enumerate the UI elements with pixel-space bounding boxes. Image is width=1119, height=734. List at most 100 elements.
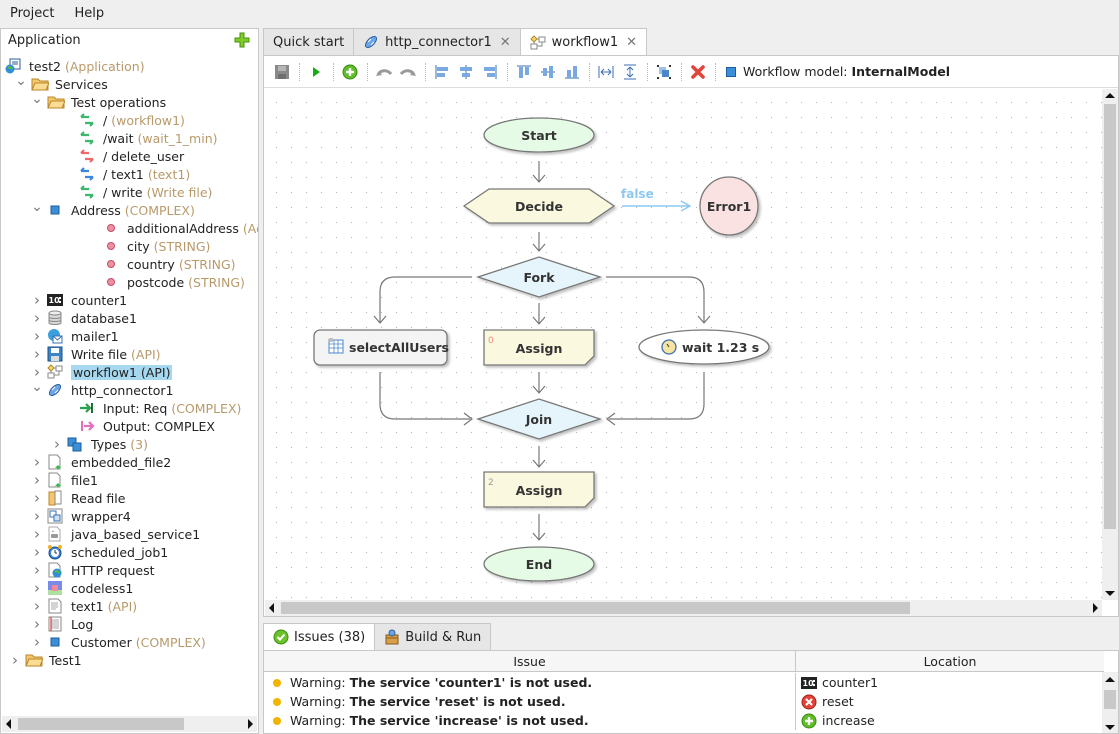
tree-item-postcode[interactable]: postcode (STRING): [87, 273, 245, 291]
distribute-vertical-icon[interactable]: [620, 62, 640, 82]
chevron-right-icon[interactable]: ›: [31, 543, 43, 561]
tree-item-input-req[interactable]: Input: Req (COMPLEX): [63, 399, 241, 417]
chevron-right-icon[interactable]: ›: [9, 651, 21, 669]
vertical-scrollbar[interactable]: [1102, 672, 1118, 733]
scroll-down-icon[interactable]: [1105, 725, 1115, 730]
tab-workflow1[interactable]: workflow1 ✕: [519, 28, 648, 56]
table-row[interactable]: Warning: The service 'increase' is not us…: [264, 711, 1104, 730]
distribute-horizontal-icon[interactable]: [596, 62, 616, 82]
node-wait[interactable]: wait 1.23 s: [638, 329, 770, 365]
align-right-icon[interactable]: [480, 62, 500, 82]
align-middle-icon[interactable]: [538, 62, 558, 82]
chevron-right-icon[interactable]: ›: [31, 615, 43, 633]
node-select-all-users[interactable]: selectAllUsers: [313, 329, 449, 366]
select-all-icon[interactable]: [654, 62, 674, 82]
tree-item-test1[interactable]: › Test1: [9, 651, 82, 669]
tree-item-customer[interactable]: › Customer (COMPLEX): [31, 633, 206, 651]
horizontal-scrollbar[interactable]: [2, 716, 257, 732]
tree-item-counter1[interactable]: › 10 counter1: [31, 291, 127, 309]
align-bottom-icon[interactable]: [562, 62, 582, 82]
align-top-icon[interactable]: [514, 62, 534, 82]
node-error1[interactable]: Error1: [699, 176, 759, 236]
tree-item-types[interactable]: › Types (3): [51, 435, 148, 453]
chevron-right-icon[interactable]: ›: [31, 327, 43, 345]
redo-icon[interactable]: [398, 62, 418, 82]
node-decide[interactable]: Decide: [462, 188, 616, 224]
chevron-right-icon[interactable]: ›: [31, 525, 43, 543]
tree-item-text1[interactable]: / text1 (text1): [63, 165, 190, 183]
delete-icon[interactable]: [688, 62, 708, 82]
chevron-down-icon[interactable]: ⌄: [31, 199, 43, 215]
scroll-down-icon[interactable]: [1105, 591, 1115, 596]
scroll-right-icon[interactable]: [248, 719, 253, 729]
scroll-left-icon[interactable]: [269, 603, 274, 613]
tree-item-delete-user[interactable]: / delete_user: [63, 147, 184, 165]
tree-item-mailer1[interactable]: › mailer1: [31, 327, 119, 345]
tree-item-http-request[interactable]: › HTTP request: [31, 561, 154, 579]
column-header-location[interactable]: Location: [796, 651, 1104, 671]
tree-item-address[interactable]: ⌄ Address (COMPLEX): [31, 199, 195, 219]
tree-item-services[interactable]: ⌄ Services: [15, 73, 108, 93]
chevron-down-icon[interactable]: ⌄: [31, 379, 43, 395]
node-assign-0[interactable]: 0 Assign: [483, 329, 595, 366]
tree-item-wait[interactable]: /wait (wait_1_min): [63, 129, 218, 147]
run-icon[interactable]: [306, 62, 326, 82]
column-header-issue[interactable]: Issue: [264, 651, 796, 671]
tab-http-connector1[interactable]: http_connector1 ✕: [353, 28, 521, 55]
add-icon[interactable]: [340, 62, 360, 82]
tree-item-city[interactable]: city (STRING): [87, 237, 210, 255]
tree-item-java-based-service1[interactable]: › java_based_service1: [31, 525, 200, 543]
scrollbar-thumb[interactable]: [281, 602, 910, 614]
scroll-right-icon[interactable]: [1093, 603, 1098, 613]
workflow-canvas[interactable]: false Start Decide Error1 Fork selectAll…: [265, 89, 1102, 600]
chevron-down-icon[interactable]: ⌄: [31, 91, 43, 107]
table-row[interactable]: Warning: The service 'counter1' is not us…: [264, 673, 1104, 692]
chevron-right-icon[interactable]: ›: [31, 561, 43, 579]
undo-icon[interactable]: [374, 62, 394, 82]
menu-help[interactable]: Help: [64, 6, 114, 21]
tab-issues[interactable]: Issues (38): [263, 623, 376, 650]
tree-item-additionaladdress[interactable]: additionalAddress(Address): [87, 219, 258, 237]
save-icon[interactable]: [272, 62, 292, 82]
table-row[interactable]: Warning: The service 'reset' is not used.…: [264, 692, 1104, 711]
chevron-right-icon[interactable]: ›: [31, 579, 43, 597]
plus-icon[interactable]: [234, 32, 250, 48]
scrollbar-thumb[interactable]: [1104, 690, 1116, 709]
tree-item-text1[interactable]: › text1 (API): [31, 597, 137, 615]
tree-item-file1[interactable]: › file1: [31, 471, 98, 489]
tree-item-output-complex[interactable]: Output: COMPLEX: [63, 417, 215, 435]
scroll-up-icon[interactable]: [1105, 677, 1115, 682]
chevron-right-icon[interactable]: ›: [31, 471, 43, 489]
menu-project[interactable]: Project: [0, 6, 64, 21]
scrollbar-thumb[interactable]: [18, 718, 184, 730]
vertical-scrollbar[interactable]: [1102, 89, 1118, 600]
chevron-right-icon[interactable]: ›: [31, 309, 43, 327]
tree-item-scheduled-job1[interactable]: › scheduled_job1: [31, 543, 168, 561]
node-join[interactable]: Join: [475, 398, 603, 440]
chevron-right-icon[interactable]: ›: [51, 435, 63, 453]
scrollbar-thumb[interactable]: [1104, 104, 1116, 529]
tree-item-codeless1[interactable]: › codeless1: [31, 579, 133, 597]
tree-item-write-file[interactable]: › Write file (API): [31, 345, 161, 363]
close-icon[interactable]: ✕: [626, 35, 637, 50]
align-left-icon[interactable]: [432, 62, 452, 82]
tab-build-run[interactable]: Build & Run: [374, 623, 492, 650]
node-end[interactable]: End: [483, 546, 595, 582]
tree-item-wrapper4[interactable]: › wrapper4: [31, 507, 131, 525]
horizontal-scrollbar[interactable]: [265, 600, 1102, 616]
chevron-right-icon[interactable]: ›: [31, 345, 43, 363]
node-assign-2[interactable]: 2 Assign: [483, 471, 595, 508]
node-start[interactable]: Start: [483, 117, 595, 153]
tree-item-embedded-file2[interactable]: › embedded_file2: [31, 453, 171, 471]
scroll-left-icon[interactable]: [6, 719, 11, 729]
tree-item-test-operations[interactable]: ⌄ Test operations: [31, 91, 166, 111]
tree-item-database1[interactable]: › database1: [31, 309, 137, 327]
chevron-right-icon[interactable]: ›: [31, 597, 43, 615]
tree-item-read-file[interactable]: › Read file: [31, 489, 125, 507]
chevron-right-icon[interactable]: ›: [31, 507, 43, 525]
node-fork[interactable]: Fork: [475, 256, 603, 298]
tree-item-log[interactable]: › Log: [31, 615, 93, 633]
tree-item-write[interactable]: / write (Write file): [63, 183, 212, 201]
tree-item-country[interactable]: country (STRING): [87, 255, 236, 273]
chevron-right-icon[interactable]: ›: [31, 489, 43, 507]
